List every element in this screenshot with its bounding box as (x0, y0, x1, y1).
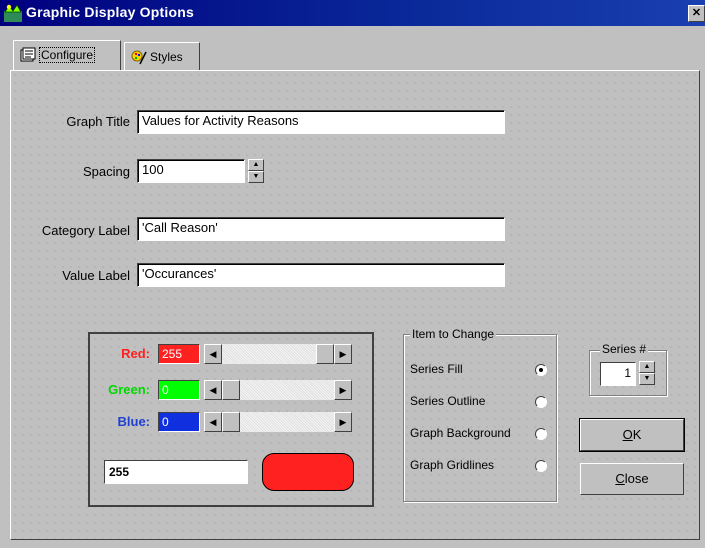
ok-mnemonic: O (622, 427, 633, 442)
close-window-button[interactable]: ✕ (688, 5, 705, 22)
spin-up-icon[interactable]: ▲ (639, 361, 655, 373)
scroll-left-icon[interactable]: ◀ (204, 380, 222, 400)
series-number-spinner[interactable]: ▲ ▼ (639, 361, 655, 387)
color-swatch (262, 453, 354, 491)
spin-down-icon[interactable]: ▼ (639, 373, 655, 385)
green-slider[interactable]: ◀ ▶ (204, 380, 352, 400)
spacing-label: Spacing (83, 164, 130, 179)
window-title: Graphic Display Options (26, 4, 194, 20)
graph-title-label: Graph Title (66, 114, 130, 129)
green-value[interactable]: 0 (158, 380, 200, 400)
series-number-legend: Series # (600, 342, 649, 356)
color-value-field[interactable]: 255 (104, 460, 248, 484)
graph-background-radio[interactable] (535, 428, 547, 440)
graph-background-label: Graph Background (410, 426, 511, 440)
tab-styles[interactable]: Styles (124, 42, 200, 70)
red-label: Red: (121, 346, 150, 361)
series-number-input[interactable]: 1 (600, 362, 636, 386)
blue-slider-thumb[interactable] (222, 412, 240, 432)
scroll-left-icon[interactable]: ◀ (204, 412, 222, 432)
series-fill-label: Series Fill (410, 362, 463, 376)
item-to-change-legend: Item to Change (410, 327, 497, 341)
graph-gridlines-label: Graph Gridlines (410, 458, 495, 472)
blue-label: Blue: (117, 414, 151, 429)
scroll-left-icon[interactable]: ◀ (204, 344, 222, 364)
graph-gridlines-radio[interactable] (535, 460, 547, 472)
category-label-label: Category Label (41, 223, 130, 238)
red-value[interactable]: 255 (158, 344, 200, 364)
red-slider-thumb[interactable] (316, 344, 334, 364)
configure-icon (20, 47, 36, 62)
green-slider-thumb[interactable] (222, 380, 240, 400)
value-label-label: Value Label (62, 268, 130, 283)
dialog-window: Graphic Display Options ✕ Configure Styl… (0, 0, 705, 548)
blue-value[interactable]: 0 (158, 412, 200, 432)
close-button[interactable]: Close (580, 463, 684, 495)
series-outline-label: Series Outline (410, 394, 486, 408)
red-slider[interactable]: ◀ ▶ (204, 344, 352, 364)
spin-up-icon[interactable]: ▲ (248, 159, 264, 171)
scroll-right-icon[interactable]: ▶ (334, 380, 352, 400)
scroll-right-icon[interactable]: ▶ (334, 412, 352, 432)
category-label-input[interactable]: 'Call Reason' (137, 217, 505, 241)
graph-title-input[interactable]: Values for Activity Reasons (137, 110, 505, 134)
tab-configure[interactable]: Configure (13, 40, 121, 70)
tab-configure-label: Configure (39, 47, 96, 63)
green-label: Green: (108, 382, 150, 397)
spin-down-icon[interactable]: ▼ (248, 171, 264, 183)
scroll-right-icon[interactable]: ▶ (334, 344, 352, 364)
ok-label-rest: K (632, 427, 642, 442)
styles-icon (131, 50, 147, 65)
spacing-spinner[interactable]: ▲ ▼ (248, 159, 264, 185)
spacing-input[interactable]: 100 (137, 159, 245, 183)
series-outline-radio[interactable] (535, 396, 547, 408)
ok-button[interactable]: OK (579, 418, 685, 452)
value-label-input[interactable]: 'Occurances' (137, 263, 505, 287)
close-label-rest: lose (624, 471, 649, 486)
item-to-change-group (403, 334, 557, 502)
series-fill-radio[interactable] (535, 364, 547, 376)
title-bar[interactable]: Graphic Display Options ✕ (0, 0, 705, 26)
close-mnemonic: C (615, 471, 625, 486)
blue-slider[interactable]: ◀ ▶ (204, 412, 352, 432)
tab-styles-label: Styles (150, 50, 183, 64)
app-icon (4, 4, 22, 22)
